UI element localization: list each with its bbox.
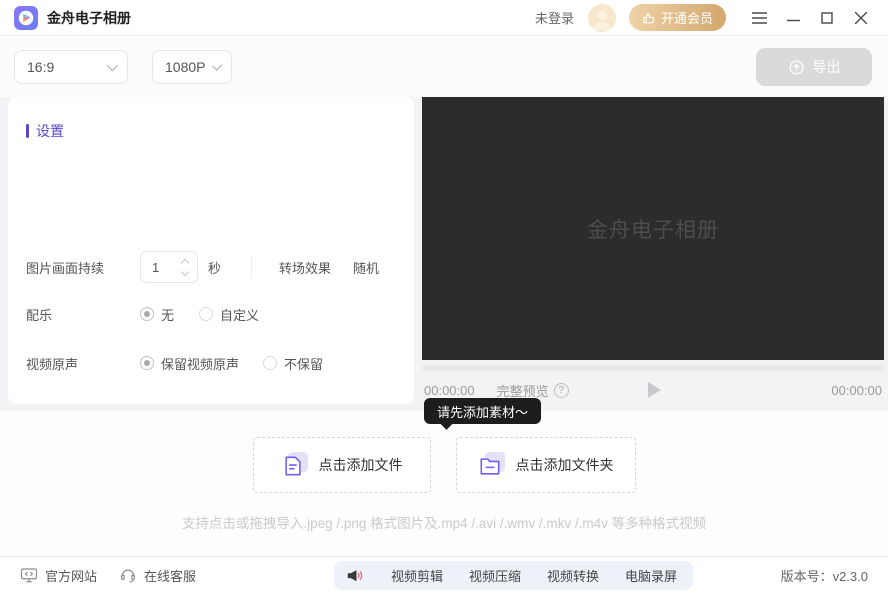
stepper-arrows[interactable] bbox=[179, 260, 197, 275]
link-screen-record[interactable]: 电脑录屏 bbox=[625, 566, 677, 585]
vip-button[interactable]: 开通会员 bbox=[629, 4, 726, 31]
folder-icon bbox=[479, 452, 505, 478]
import-hint: 支持点击或拖拽导入.jpeg /.png 格式图片及.mp4 /.avi /.w… bbox=[0, 512, 888, 532]
transition-label: 转场效果 bbox=[279, 258, 331, 277]
radio-selected-icon[interactable] bbox=[140, 356, 154, 370]
avatar[interactable] bbox=[588, 4, 616, 32]
app-logo-icon bbox=[14, 6, 38, 30]
radio-icon[interactable] bbox=[263, 356, 277, 370]
help-icon[interactable] bbox=[554, 383, 569, 398]
add-folder-label: 点击添加文件夹 bbox=[516, 455, 614, 475]
radio-icon[interactable] bbox=[199, 307, 213, 321]
app-title: 金舟电子相册 bbox=[47, 8, 131, 28]
footer: 官方网站 在线客服 视频剪辑 视频压缩 视频转换 电脑录屏 版本号：v2.3.0 bbox=[0, 556, 888, 593]
monitor-icon bbox=[20, 566, 38, 584]
radio-label: 不保留 bbox=[284, 354, 323, 373]
add-folder-button[interactable]: 点击添加文件夹 bbox=[456, 437, 636, 493]
minimize-icon bbox=[787, 11, 800, 24]
radio-option-music-none[interactable]: 无 bbox=[140, 305, 174, 324]
close-icon bbox=[855, 12, 867, 24]
official-website-label: 官方网站 bbox=[45, 566, 97, 585]
titlebar-right: 未登录 开通会员 bbox=[535, 4, 874, 32]
duration-row: 图片画面持续 1 秒 转场效果 随机 bbox=[26, 250, 400, 284]
menu-button[interactable] bbox=[746, 5, 772, 31]
stepper-down-icon[interactable] bbox=[181, 267, 189, 275]
full-preview-toggle[interactable]: 完整预览 bbox=[497, 381, 569, 400]
hamburger-icon bbox=[752, 12, 767, 24]
current-time: 00:00:00 bbox=[424, 383, 475, 398]
window-controls bbox=[746, 5, 874, 31]
export-label: 导出 bbox=[813, 57, 841, 77]
resolution-select[interactable]: 1080P bbox=[152, 50, 232, 84]
settings-panel: 设置 图片画面持续 1 秒 转场效果 随机 配乐 无 bbox=[8, 97, 414, 404]
link-video-convert[interactable]: 视频转换 bbox=[547, 566, 599, 585]
duration-value[interactable]: 1 bbox=[141, 260, 179, 275]
resolution-value: 1080P bbox=[165, 59, 205, 75]
duration-unit: 秒 bbox=[208, 258, 221, 277]
export-button[interactable]: 导出 bbox=[756, 48, 872, 86]
app-window: { "titlebar": { "app_title": "金舟电子相册", "… bbox=[0, 0, 888, 593]
radio-label: 保留视频原声 bbox=[161, 354, 239, 373]
link-video-compress[interactable]: 视频压缩 bbox=[469, 566, 521, 585]
stepper-up-icon[interactable] bbox=[181, 258, 189, 266]
chevron-down-icon bbox=[213, 61, 223, 71]
duration-stepper[interactable]: 1 bbox=[140, 251, 198, 283]
add-files-button[interactable]: 点击添加文件 bbox=[253, 437, 431, 493]
audio-label: 视频原声 bbox=[26, 354, 140, 373]
seek-bar[interactable] bbox=[422, 365, 884, 371]
import-area: 点击添加文件 点击添加文件夹 支持点击或拖拽导入.jpeg /.png 格式图片… bbox=[0, 411, 888, 556]
radio-selected-icon[interactable] bbox=[140, 307, 154, 321]
video-preview: 金舟电子相册 bbox=[422, 97, 884, 360]
vip-button-label: 开通会员 bbox=[661, 8, 713, 27]
close-button[interactable] bbox=[848, 5, 874, 31]
radio-option-drop-audio[interactable]: 不保留 bbox=[263, 354, 323, 373]
radio-option-keep-audio[interactable]: 保留视频原声 bbox=[140, 354, 239, 373]
chevron-down-icon bbox=[107, 60, 118, 71]
accent-bar bbox=[26, 124, 29, 138]
radio-option-music-custom[interactable]: 自定义 bbox=[199, 305, 259, 324]
duration-label: 图片画面持续 bbox=[26, 258, 140, 277]
music-label: 配乐 bbox=[26, 305, 140, 324]
upload-icon bbox=[788, 59, 805, 76]
titlebar: 金舟电子相册 未登录 开通会员 bbox=[0, 0, 888, 36]
version-text: 版本号：v2.3.0 bbox=[781, 566, 868, 585]
tooltip: 请先添加素材～ bbox=[424, 398, 541, 424]
file-icon bbox=[282, 452, 308, 478]
settings-title: 设置 bbox=[36, 121, 64, 141]
play-button[interactable] bbox=[641, 378, 665, 402]
link-video-edit[interactable]: 视频剪辑 bbox=[391, 566, 443, 585]
headset-icon bbox=[119, 566, 137, 584]
online-support-label: 在线客服 bbox=[144, 566, 196, 585]
radio-label: 自定义 bbox=[220, 305, 259, 324]
workspace: 设置 图片画面持续 1 秒 转场效果 随机 配乐 无 bbox=[0, 97, 888, 411]
preview-watermark: 金舟电子相册 bbox=[587, 214, 719, 244]
minimize-button[interactable] bbox=[780, 5, 806, 31]
divider bbox=[251, 256, 252, 278]
settings-header: 设置 bbox=[26, 121, 64, 141]
tools-shortcut-bar: 视频剪辑 视频压缩 视频转换 电脑录屏 bbox=[334, 561, 693, 590]
aspect-ratio-value: 16:9 bbox=[27, 59, 54, 75]
radio-label: 无 bbox=[161, 305, 174, 324]
total-time: 00:00:00 bbox=[831, 383, 882, 398]
maximize-button[interactable] bbox=[814, 5, 840, 31]
transition-value[interactable]: 随机 bbox=[353, 258, 379, 277]
login-status[interactable]: 未登录 bbox=[535, 8, 574, 27]
audio-row: 视频原声 保留视频原声 不保留 bbox=[26, 354, 400, 372]
official-website-link[interactable]: 官方网站 bbox=[20, 566, 97, 585]
maximize-icon bbox=[821, 12, 833, 24]
tooltip-text: 请先添加素材～ bbox=[437, 402, 528, 421]
toolbar: 16:9 1080P 导出 bbox=[0, 37, 888, 97]
megaphone-icon bbox=[346, 566, 365, 585]
add-files-label: 点击添加文件 bbox=[319, 455, 403, 475]
thumb-up-icon bbox=[642, 11, 656, 25]
play-icon bbox=[648, 382, 661, 398]
online-support-link[interactable]: 在线客服 bbox=[119, 566, 196, 585]
full-preview-label: 完整预览 bbox=[497, 381, 549, 400]
music-row: 配乐 无 自定义 bbox=[26, 305, 400, 323]
aspect-ratio-select[interactable]: 16:9 bbox=[14, 50, 128, 84]
